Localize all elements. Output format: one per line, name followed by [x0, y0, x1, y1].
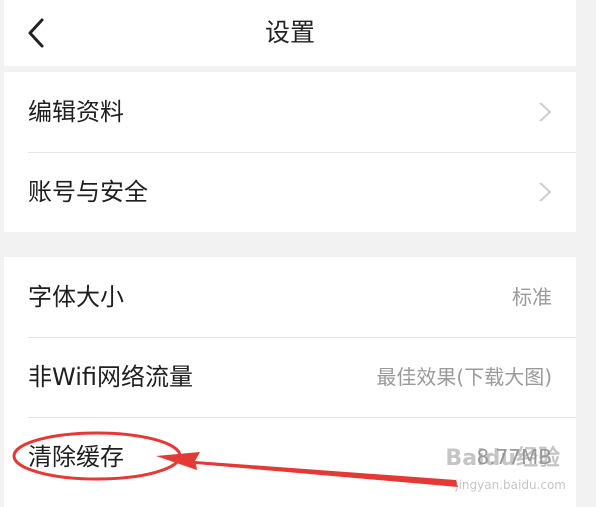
page-title: 设置: [264, 18, 315, 47]
settings-item-non-wifi-traffic[interactable]: 非Wifi网络流量 最佳效果(下载大图): [4, 337, 576, 417]
nav-bar: 设置: [4, 0, 576, 66]
settings-screen: 设置 编辑资料 账号与安全 字体大小 标准 非Wifi网络流量 最佳效果(下载大…: [4, 0, 576, 507]
settings-item-label: 编辑资料: [28, 98, 124, 126]
settings-item-edit-profile[interactable]: 编辑资料: [4, 72, 576, 152]
settings-item-label: 清除缓存: [28, 443, 124, 471]
settings-item-label: 非Wifi网络流量: [28, 363, 193, 391]
settings-item-font-size[interactable]: 字体大小 标准: [4, 257, 576, 337]
chevron-right-icon: [539, 102, 552, 122]
settings-item-label: 账号与安全: [28, 178, 148, 206]
account-settings-group: 编辑资料 账号与安全: [4, 72, 576, 232]
settings-item-value: 标准: [512, 285, 552, 309]
settings-item-account-security[interactable]: 账号与安全: [4, 152, 576, 232]
chevron-right-icon: [539, 182, 552, 202]
watermark-url: jingyan.baidu.com: [455, 478, 566, 492]
settings-item-label: 字体大小: [28, 283, 124, 311]
watermark-logo: Baidu经验: [445, 446, 560, 471]
settings-item-value: 最佳效果(下载大图): [376, 365, 552, 389]
